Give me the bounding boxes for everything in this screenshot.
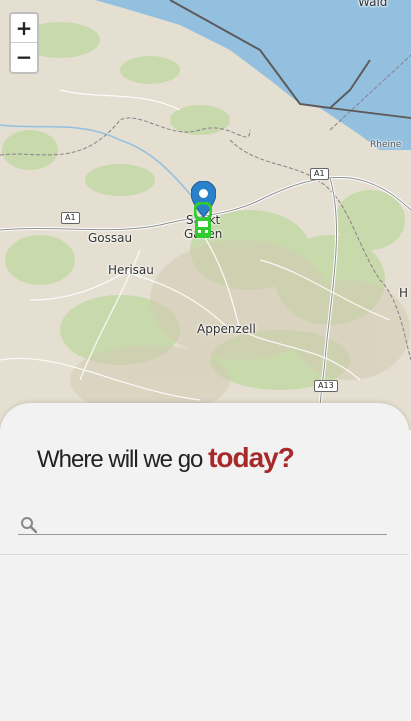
search-input[interactable] — [44, 513, 384, 534]
place-label-appenzell: Appenzell — [197, 322, 256, 336]
map-view[interactable]: Wald Rheine Gossau Herisau Sankt Gallen … — [0, 0, 411, 430]
place-label-herisau: Herisau — [108, 263, 154, 277]
search-panel: Where will we go today? — [0, 403, 409, 721]
panel-title-accent: today? — [208, 442, 295, 473]
panel-title: Where will we go today? — [37, 442, 295, 474]
place-label-gossau: Gossau — [88, 231, 133, 245]
bus-stop-icon[interactable] — [193, 201, 213, 245]
zoom-out-button[interactable]: − — [11, 43, 37, 72]
search-icon — [20, 516, 38, 539]
panel-title-lead: Where will we go — [37, 446, 209, 473]
road-shield-a1-west: A1 — [61, 212, 80, 224]
place-label-heiden: H — [399, 286, 409, 300]
zoom-in-button[interactable]: + — [11, 14, 37, 43]
panel-divider — [0, 554, 409, 555]
place-label-wald: Wald — [358, 0, 388, 9]
road-shield-a1-east: A1 — [310, 168, 329, 180]
search-bar — [18, 513, 387, 535]
place-label-rheineck: Rheine — [370, 140, 402, 150]
zoom-control: + − — [9, 12, 39, 74]
road-shield-a13: A13 — [314, 380, 338, 392]
